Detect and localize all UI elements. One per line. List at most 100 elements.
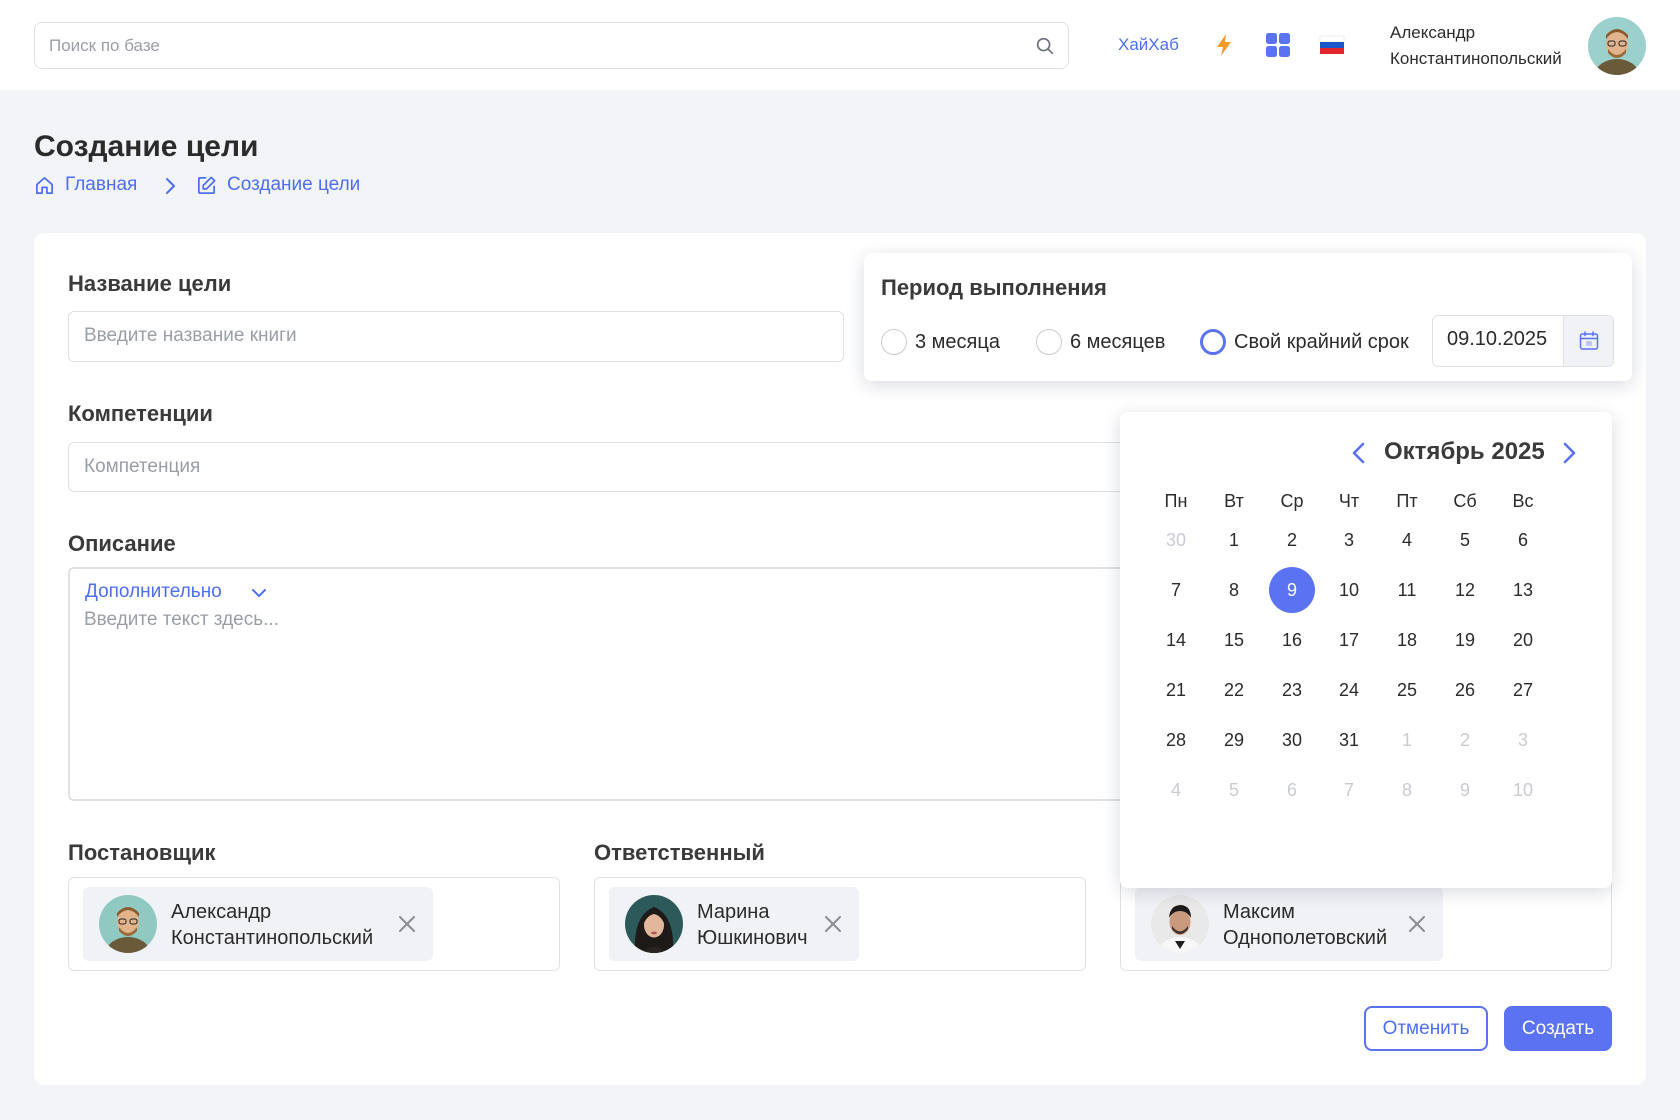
chevron-left-icon[interactable] [1348,440,1370,466]
calendar-day[interactable]: 1 [1384,717,1430,763]
calendar-day[interactable]: 2 [1442,717,1488,763]
calendar-day[interactable]: 19 [1442,617,1488,663]
assigner-field[interactable]: Александр Константинопольский [68,877,560,971]
calendar-day[interactable]: 11 [1384,567,1430,613]
calendar-day[interactable]: 3 [1326,517,1372,563]
description-label: Описание [68,531,176,556]
calendar-button[interactable] [1563,316,1613,366]
calendar-day[interactable]: 23 [1269,667,1315,713]
radio-label: Свой крайний срок [1234,331,1409,353]
description-field[interactable]: Дополнительно [68,567,1180,801]
close-icon[interactable] [823,914,843,934]
competence-input[interactable] [84,456,1084,478]
radio-circle[interactable] [1036,329,1062,355]
avatar-image [625,895,683,953]
person-chip: Марина Юшкинович [609,887,859,961]
calendar-day[interactable]: 1 [1211,517,1257,563]
competence-field[interactable] [68,442,1168,492]
calendar-day[interactable]: 15 [1211,617,1257,663]
calendar-day[interactable]: 27 [1500,667,1546,713]
calendar-day[interactable]: 26 [1442,667,1488,713]
calendar-day[interactable]: 6 [1500,517,1546,563]
search-box[interactable] [34,22,1069,69]
user-avatar[interactable] [1588,17,1646,75]
calendar-day[interactable]: 17 [1326,617,1372,663]
extra-toggle[interactable]: Дополнительно [85,581,266,603]
top-bar: ХайХаб Александр Константинопольский [0,0,1680,90]
calendar-day[interactable]: 29 [1211,717,1257,763]
close-icon[interactable] [397,914,417,934]
calendar-day[interactable]: 12 [1442,567,1488,613]
person-last-name: Константинопольский [171,927,374,949]
calendar-day[interactable]: 30 [1269,717,1315,763]
calendar-day[interactable]: 24 [1326,667,1372,713]
person-name: Максим Однополетовский [1223,899,1387,951]
person-last-name: Однополетовский [1223,927,1388,949]
calendar-day[interactable]: 10 [1326,567,1372,613]
description-textarea[interactable] [84,609,1180,759]
calendar-day[interactable]: 9 [1442,767,1488,813]
hub-link[interactable]: ХайХаб [1118,35,1179,55]
responsible-field[interactable]: Марина Юшкинович [594,877,1086,971]
home-icon [36,177,53,194]
calendar-day[interactable]: 8 [1211,567,1257,613]
calendar-day[interactable]: 3 [1500,717,1546,763]
person-chip: Александр Константинопольский [83,887,433,961]
calendar-day[interactable]: 21 [1153,667,1199,713]
avatar-image [1588,17,1646,75]
calendar-day[interactable]: 4 [1153,767,1199,813]
calendar-day[interactable]: 10 [1500,767,1546,813]
calendar-month-title: Октябрь 2025 [1384,438,1545,465]
close-icon[interactable] [1407,914,1427,934]
apps-grid-icon[interactable] [1264,31,1292,59]
radio-circle-selected[interactable] [1200,329,1226,355]
avatar [625,895,683,953]
calendar-day[interactable]: 25 [1384,667,1430,713]
calendar-day[interactable]: 7 [1326,767,1372,813]
edit-icon [198,176,216,194]
search-icon[interactable] [1034,35,1056,57]
lightning-icon[interactable] [1210,31,1238,59]
calendar-day[interactable]: 16 [1269,617,1315,663]
competence-label: Компетенции [68,401,213,426]
search-input[interactable] [49,23,1009,68]
radio-circle[interactable] [881,329,907,355]
cancel-button[interactable]: Отменить [1364,1006,1488,1051]
calendar-day[interactable]: 7 [1153,567,1199,613]
calendar-day[interactable]: 8 [1384,767,1430,813]
calendar-day[interactable]: 14 [1153,617,1199,663]
calendar-day[interactable]: 2 [1269,517,1315,563]
chevron-down-icon [252,589,266,597]
calendar-day[interactable]: 18 [1384,617,1430,663]
calendar-day[interactable]: 31 [1326,717,1372,763]
calendar-day[interactable]: 6 [1269,767,1315,813]
avatar [99,895,157,953]
calendar-icon [1579,331,1599,350]
russian-flag-icon[interactable] [1318,31,1346,59]
create-button[interactable]: Создать [1504,1006,1612,1051]
user-first-name: Александр [1390,23,1476,42]
calendar-day-selected[interactable]: 9 [1269,567,1315,613]
calendar-day[interactable]: 13 [1500,567,1546,613]
participant-field[interactable]: Максим Однополетовский [1120,877,1612,971]
breadcrumb-home-label: Главная [65,174,138,195]
calendar-day[interactable]: 4 [1384,517,1430,563]
user-name[interactable]: Александр Константинопольский [1390,20,1562,72]
avatar [1151,895,1209,953]
goal-name-field[interactable] [68,311,844,362]
calendar-day[interactable]: 5 [1211,767,1257,813]
person-first-name: Марина [697,901,770,923]
deadline-date-input[interactable] [1447,328,1567,351]
calendar-day[interactable]: 30 [1153,517,1199,563]
calendar-day[interactable]: 28 [1153,717,1199,763]
person-last-name: Юшкинович [697,927,808,949]
deadline-date-field[interactable] [1432,315,1614,367]
calendar-day[interactable]: 20 [1500,617,1546,663]
goal-name-input[interactable] [84,325,824,347]
person-name: Марина Юшкинович [697,899,808,951]
calendar-day[interactable]: 22 [1211,667,1257,713]
calendar-day[interactable]: 5 [1442,517,1488,563]
period-panel: Период выполнения 3 месяца 6 месяцев Сво… [864,253,1632,381]
page-title: Создание цели [34,130,259,163]
chevron-right-icon[interactable] [1558,440,1580,466]
